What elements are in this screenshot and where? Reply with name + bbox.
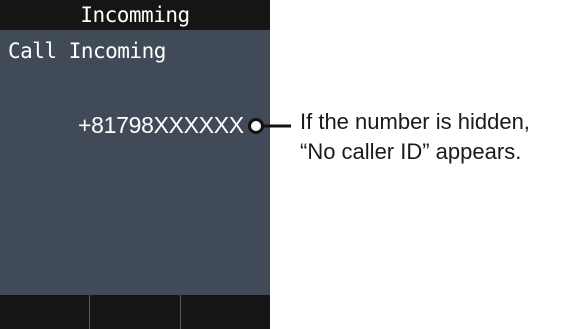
callout-note-line-1: If the number is hidden, (300, 109, 530, 134)
callout-anchor-dot (248, 118, 264, 134)
callout-note-line-2: “No caller ID” appears. (300, 139, 522, 164)
callout-note: If the number is hidden, “No caller ID” … (300, 107, 576, 167)
